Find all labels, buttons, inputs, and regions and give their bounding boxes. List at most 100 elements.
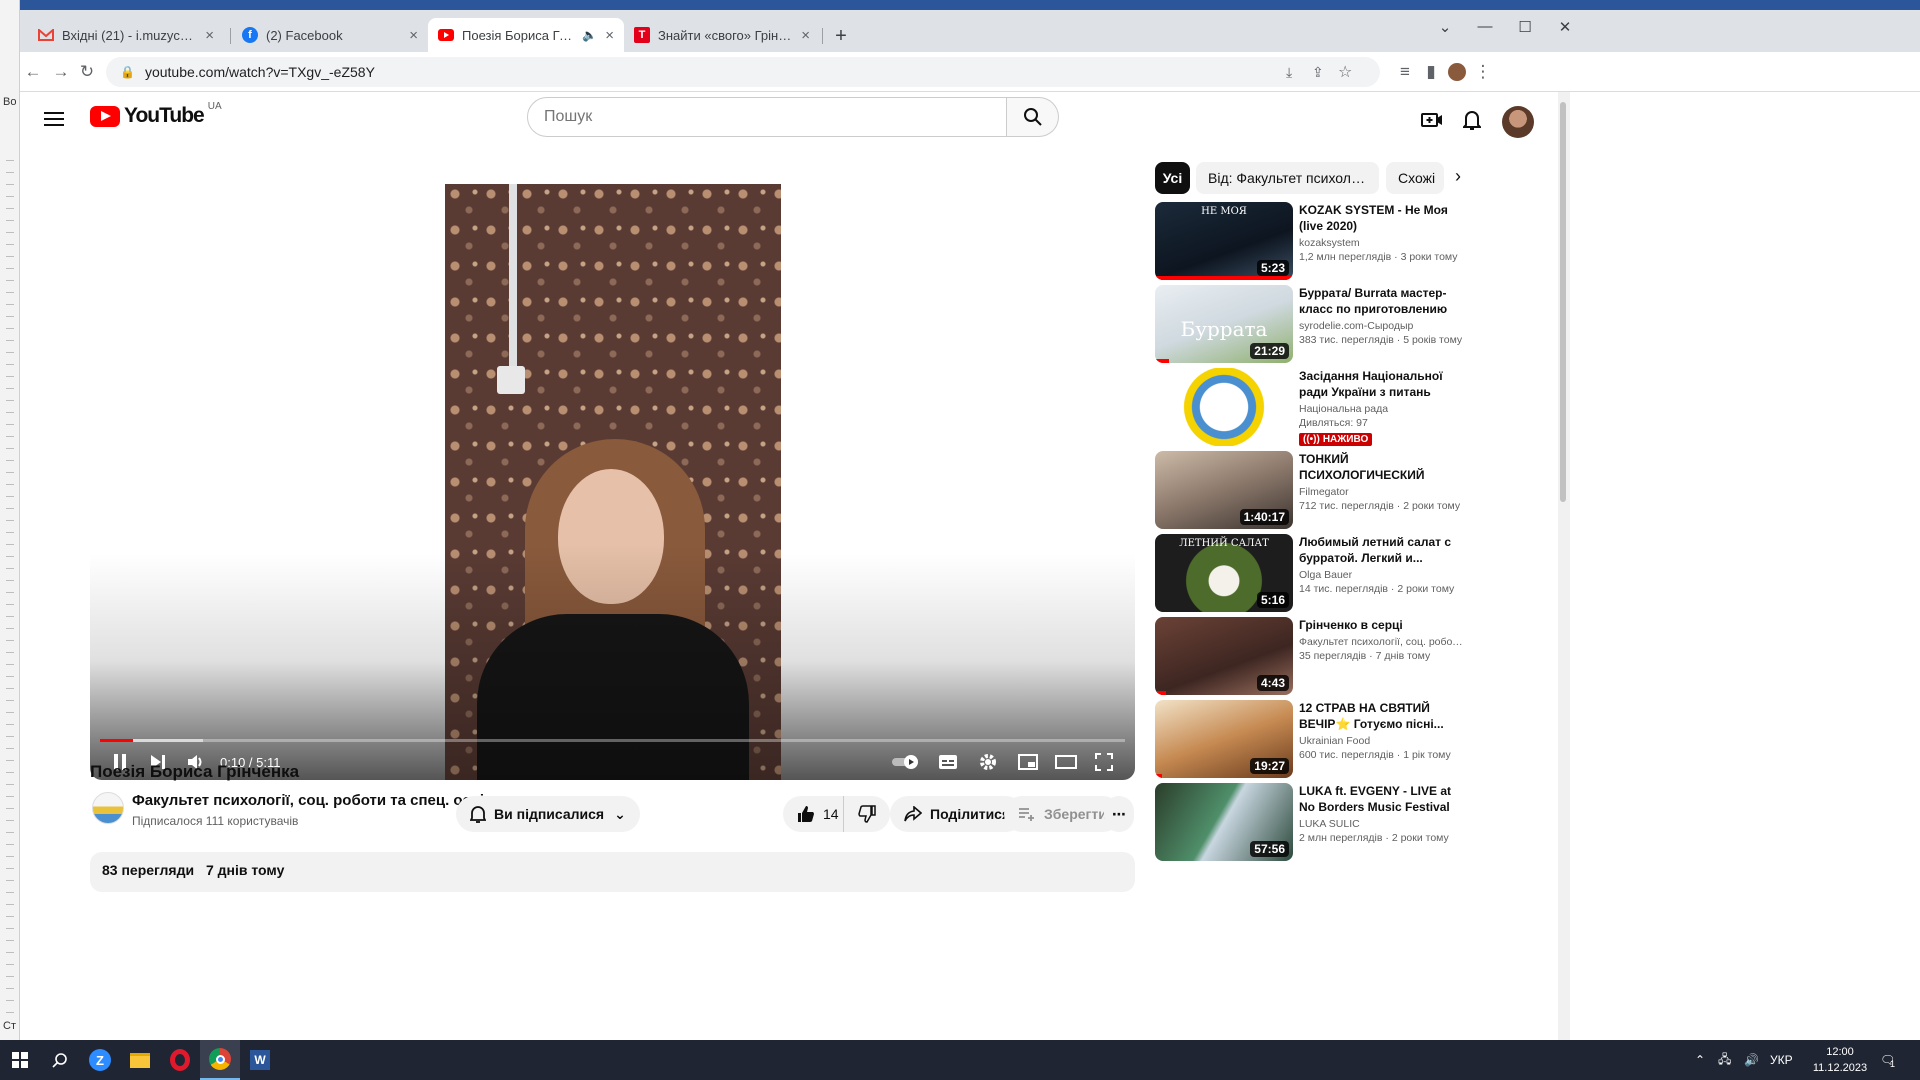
new-tab-button[interactable]: + [828,23,854,49]
search-button[interactable] [1007,97,1059,137]
file-explorer-app[interactable] [120,1040,160,1080]
video-thumbnail[interactable]: 1:40:17 [1155,451,1293,529]
fullscreen-button[interactable] [1092,750,1116,774]
notifications-bell-icon[interactable] [1458,106,1486,134]
recommended-video[interactable]: 57:56 LUKA ft. EVGENY - LIVE at No Border… [1155,783,1475,861]
close-tab-icon[interactable]: × [205,27,214,44]
tab-gmail[interactable]: Вхідні (21) - i.muzychenko@kub × [28,18,224,52]
channel-name[interactable]: Filmegator [1299,486,1467,498]
video-title[interactable]: Любимый летний салат с бурратой. Легкий … [1299,534,1467,566]
recommended-video[interactable]: НЕ МОЯ 5:23 KOZAK SYSTEM - Не Моя (live 20… [1155,202,1475,280]
opera-app[interactable] [160,1040,200,1080]
tab-facebook[interactable]: f (2) Facebook × [232,18,428,52]
chip-all[interactable]: Усі [1155,162,1190,194]
recommended-video[interactable]: 19:27 12 СТРАВ НА СВЯТИЙ ВЕЧІР⭐ Готуємо п… [1155,700,1475,778]
channel-name[interactable]: Olga Bauer [1299,569,1467,581]
chip-from-channel[interactable]: Від: Факультет психології, со... [1196,162,1379,194]
video-thumbnail[interactable]: 4:43 [1155,617,1293,695]
maximize-button[interactable]: ☐ [1510,18,1540,36]
search-input[interactable]: Пошук [527,97,1007,137]
miniplayer-button[interactable] [1016,750,1040,774]
description-box[interactable]: 83 перегляди 7 днів тому [90,852,1135,892]
back-button[interactable]: ← [20,59,46,85]
page-scrollbar[interactable] [1558,92,1570,1040]
reload-button[interactable]: ↻ [74,59,100,85]
install-icon[interactable]: ⤓ [1286,64,1292,81]
create-icon[interactable] [1418,106,1446,134]
video-frame[interactable] [445,184,781,780]
lock-icon[interactable]: 🔒 [120,65,135,79]
tab-grinchenko[interactable]: T Знайти «свого» Грінченка - Укр × [624,18,820,52]
recommended-video[interactable]: 1:40:17 ТОНКИЙ ПСИХОЛОГИЧЕСКИЙ ФИЛЬМ О ТА… [1155,451,1475,529]
close-tab-icon[interactable]: × [409,27,418,44]
subtitles-button[interactable] [936,750,960,774]
zoom-app[interactable]: Z [80,1040,120,1080]
video-title[interactable]: LUKA ft. EVGENY - LIVE at No Borders Mus… [1299,783,1467,815]
tab-search-icon[interactable]: ⌄ [1430,18,1460,36]
video-thumbnail[interactable]: НЕ МОЯ 5:23 [1155,202,1293,280]
channel-name[interactable]: Національна рада [1299,403,1467,415]
recommended-video[interactable]: Засідання Національної ради України з пи… [1155,368,1475,446]
address-bar[interactable]: 🔒 youtube.com/watch?v=TXgv_-eZ58Y [106,57,1380,87]
close-tab-icon[interactable]: × [801,27,810,44]
chip-related[interactable]: Схожі [1386,162,1444,194]
video-title[interactable]: Буррата/ Burrata мастер-класс по пригото… [1299,285,1467,317]
video-thumbnail[interactable]: 19:27 [1155,700,1293,778]
notifications-icon[interactable]: 🗨 1 [1880,1040,1895,1080]
tab-youtube[interactable]: Поезія Бориса Грінченка - 🔈 × [428,18,624,52]
scrollbar-thumb[interactable] [1560,102,1566,502]
speaker-icon[interactable]: 🔈 [582,28,597,42]
channel-name[interactable]: LUKA SULIC [1299,818,1467,830]
channel-name[interactable]: Ukrainian Food [1299,735,1467,747]
media-controls-icon[interactable]: ≡ [1392,59,1418,85]
video-title[interactable]: 12 СТРАВ НА СВЯТИЙ ВЕЧІР⭐ Готуємо пісні.… [1299,700,1467,732]
channel-name[interactable]: syrodelie.com-Сыродыр [1299,320,1467,332]
close-window-button[interactable]: ✕ [1550,18,1580,36]
video-thumbnail[interactable]: ЛЕТНИЙ САЛАТ 5:16 [1155,534,1293,612]
channel-name[interactable]: Факультет психології, соц. роботи ... [1299,636,1467,648]
start-button[interactable] [0,1040,40,1080]
chevron-right-icon[interactable]: › [1455,166,1461,187]
menu-icon[interactable]: ⋮ [1470,59,1496,85]
autoplay-toggle[interactable] [890,750,922,774]
subscribed-button[interactable]: Ви підписалися ⌄ [456,796,640,832]
chrome-app[interactable] [200,1040,240,1080]
recommended-video[interactable]: 4:43 Грінченко в серці Факультет психологі… [1155,617,1475,695]
volume-icon[interactable]: 🔊 [1744,1040,1759,1080]
language-indicator[interactable]: УКР [1770,1040,1793,1080]
progress-bar[interactable] [100,739,1125,742]
like-button[interactable]: 14 [783,796,851,832]
recommended-video[interactable]: Буррата 21:29 Буррата/ Burrata мастер-клас… [1155,285,1475,363]
search-button[interactable] [40,1040,80,1080]
video-player[interactable]: 0:10 / 5:11 [90,184,1135,780]
account-avatar[interactable] [1502,106,1534,138]
side-panel-icon[interactable]: ▮ [1418,59,1444,85]
clock[interactable]: 12:00 11.12.2023 [1810,1044,1870,1076]
theater-mode-button[interactable] [1054,750,1078,774]
video-title[interactable]: KOZAK SYSTEM - Не Моя (live 2020) [1299,202,1467,234]
dislike-button[interactable] [843,796,890,832]
video-thumbnail[interactable] [1155,368,1293,446]
close-tab-icon[interactable]: × [605,27,614,44]
youtube-logo[interactable]: YouTube UA [90,101,222,128]
settings-button[interactable] [976,750,1000,774]
network-icon[interactable]: 🖧 [1718,1040,1731,1080]
minimize-button[interactable]: — [1470,18,1500,35]
video-title[interactable]: Грінченко в серці [1299,617,1467,633]
video-thumbnail[interactable]: 57:56 [1155,783,1293,861]
video-thumbnail[interactable]: Буррата 21:29 [1155,285,1293,363]
word-app[interactable]: W [240,1040,280,1080]
video-title[interactable]: Засідання Національної ради України з пи… [1299,368,1467,400]
channel-name[interactable]: Факультет психології, соц. роботи та спе… [132,792,501,809]
recommended-video[interactable]: ЛЕТНИЙ САЛАТ 5:16 Любимый летний салат с б… [1155,534,1475,612]
bookmark-star-icon[interactable]: ☆ [1338,62,1352,82]
menu-icon[interactable] [42,108,66,132]
video-title[interactable]: ТОНКИЙ ПСИХОЛОГИЧЕСКИЙ ФИЛЬМ О ТАЙНАХ... [1299,451,1467,483]
show-hidden-icons[interactable]: ⌃ [1695,1040,1705,1080]
more-actions-button[interactable]: ⋯ [1104,796,1134,832]
channel-avatar[interactable] [92,792,124,824]
profile-icon[interactable] [1444,59,1470,85]
share-icon[interactable]: ⇪ [1312,64,1324,81]
channel-name[interactable]: kozaksystem [1299,237,1467,249]
forward-button[interactable]: → [48,59,74,85]
